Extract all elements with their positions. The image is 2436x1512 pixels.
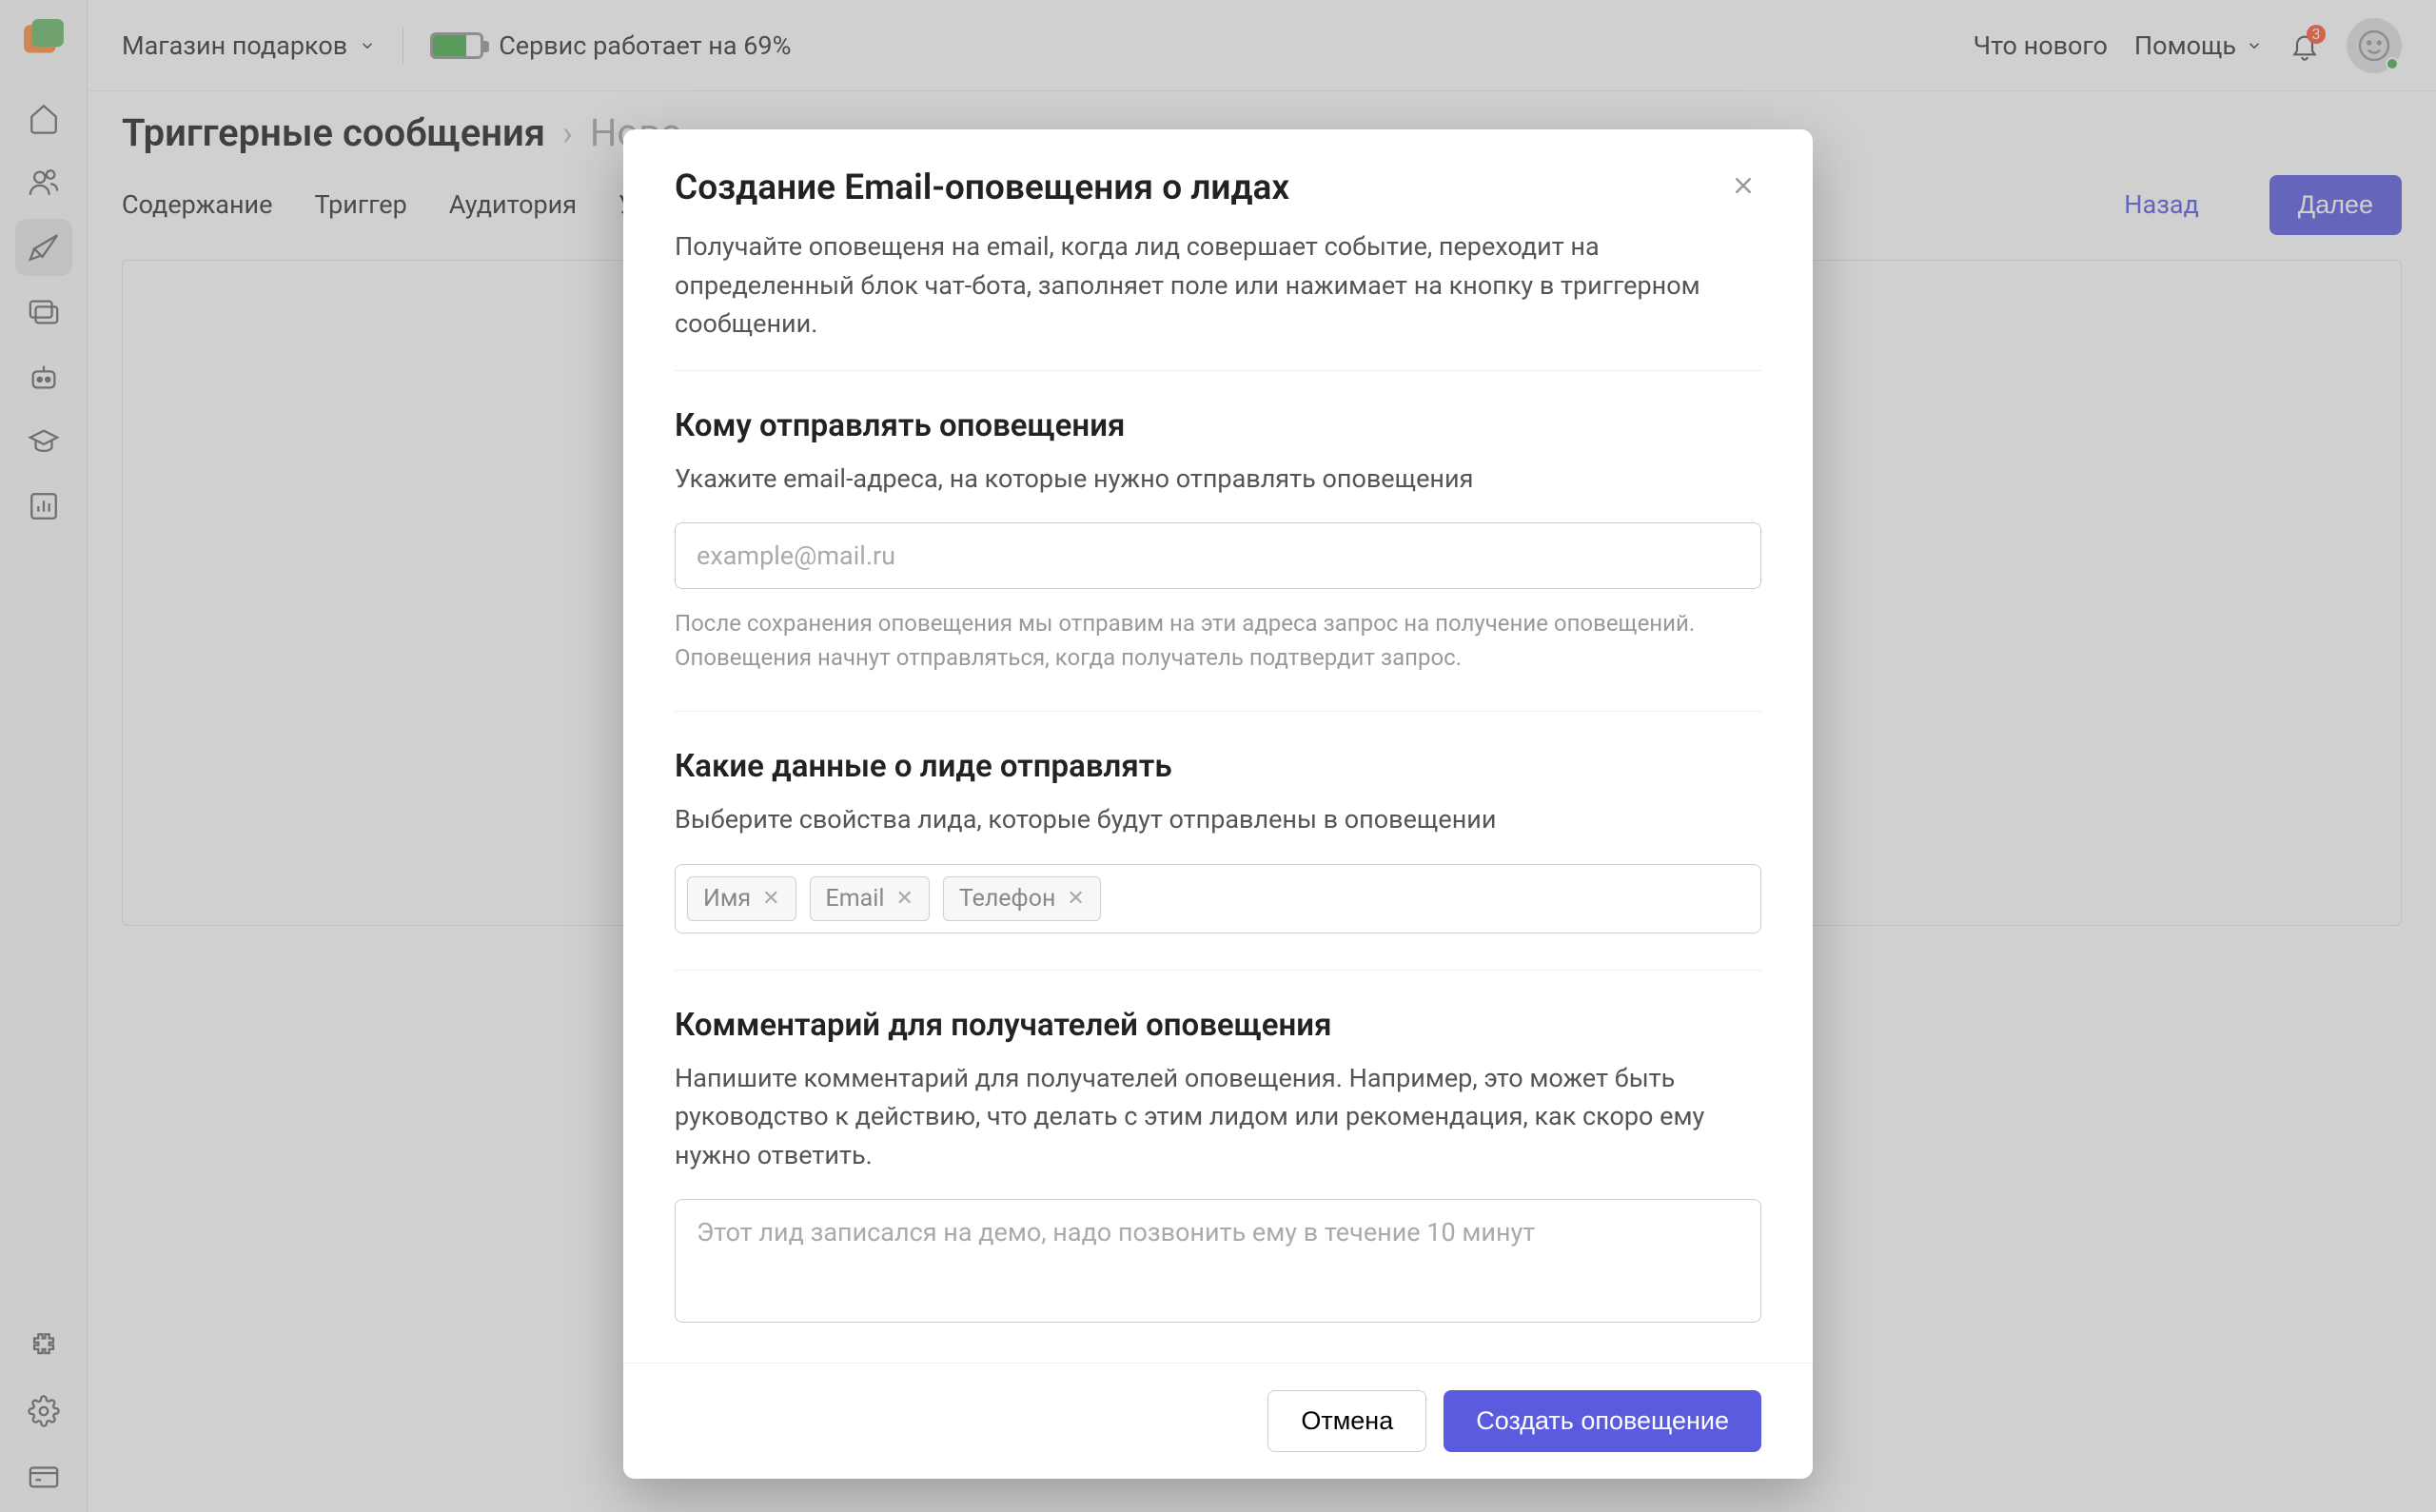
comment-textarea[interactable] (675, 1199, 1761, 1323)
create-button[interactable]: Создать оповещение (1444, 1390, 1761, 1452)
tag-label: Имя (703, 885, 751, 913)
tag-label: Телефон (959, 885, 1056, 913)
tag-phone: Телефон ✕ (943, 876, 1101, 921)
email-input[interactable] (675, 522, 1761, 589)
tag-remove[interactable]: ✕ (762, 887, 779, 911)
modal-description: Получайте оповещеня на email, когда лид … (675, 227, 1761, 344)
tag-email: Email ✕ (810, 876, 930, 921)
section-data-title: Какие данные о лиде отправлять (675, 748, 1761, 785)
email-hint: После сохранения оповещения мы отправим … (675, 606, 1761, 675)
modal-overlay[interactable]: Создание Email-оповещения о лидах Получа… (0, 0, 2436, 1512)
tag-name: Имя ✕ (687, 876, 796, 921)
tag-remove[interactable]: ✕ (1067, 887, 1084, 911)
section-data-sub: Выберите свойства лида, которые будут от… (675, 800, 1761, 839)
properties-input[interactable]: Имя ✕ Email ✕ Телефон ✕ (675, 864, 1761, 933)
section-comment-title: Комментарий для получателей оповещения (675, 1007, 1761, 1044)
tag-label: Email (826, 885, 885, 913)
modal-close-button[interactable] (1725, 167, 1761, 204)
section-recipients-title: Кому отправлять оповещения (675, 407, 1761, 444)
section-recipients-sub: Укажите email-адреса, на которые нужно о… (675, 460, 1761, 499)
close-icon (1729, 171, 1758, 200)
section-comment-sub: Напишите комментарий для получателей опо… (675, 1059, 1761, 1175)
cancel-button[interactable]: Отмена (1267, 1390, 1426, 1452)
modal-title: Создание Email-оповещения о лидах (675, 167, 1725, 208)
modal: Создание Email-оповещения о лидах Получа… (623, 129, 1813, 1479)
tag-remove[interactable]: ✕ (895, 887, 913, 911)
